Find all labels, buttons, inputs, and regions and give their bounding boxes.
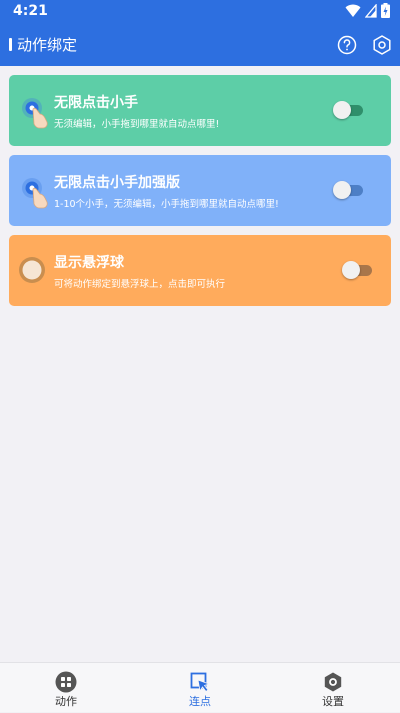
cursor-click-icon bbox=[190, 672, 211, 693]
hexagon-gear-icon bbox=[373, 35, 391, 55]
title-accent-bar bbox=[9, 38, 12, 51]
hand-pointer-icon bbox=[22, 178, 48, 209]
page-title: 动作绑定 bbox=[17, 36, 78, 54]
status-icons bbox=[345, 3, 390, 18]
card-description: 无须编辑，小手拖到哪里就自动点哪里! bbox=[54, 119, 220, 130]
nav-label: 连点 bbox=[189, 695, 211, 708]
card-infinite-click-hand[interactable]: 无限点击小手 无须编辑，小手拖到哪里就自动点哪里! bbox=[9, 75, 391, 146]
wifi-icon bbox=[345, 4, 361, 17]
hand-pointer-icon bbox=[22, 98, 48, 129]
help-button[interactable] bbox=[336, 34, 358, 56]
toggle-thumb bbox=[333, 181, 351, 199]
status-bar: 4:21 bbox=[0, 0, 400, 24]
card-show-floating-ball[interactable]: 显示悬浮球 可将动作绑定到悬浮球上，点击即可执行 bbox=[9, 235, 391, 306]
cell-signal-icon bbox=[365, 3, 377, 18]
toggle-switch[interactable] bbox=[333, 101, 365, 119]
status-time: 4:21 bbox=[13, 3, 48, 19]
settings-button[interactable] bbox=[371, 34, 393, 56]
card-title: 无限点击小手加强版 bbox=[54, 175, 180, 191]
battery-icon bbox=[381, 3, 390, 18]
card-description: 1-10个小手，无须编辑，小手拖到哪里就自动点哪里! bbox=[54, 199, 279, 210]
floating-ball-icon bbox=[19, 257, 45, 283]
card-infinite-click-hand-pro[interactable]: 无限点击小手加强版 1-10个小手，无须编辑，小手拖到哪里就自动点哪里! bbox=[9, 155, 391, 226]
card-title: 显示悬浮球 bbox=[54, 255, 124, 271]
nav-item-auto-click[interactable]: 连点 bbox=[160, 663, 240, 713]
nav-item-action[interactable]: 动作 bbox=[26, 663, 106, 713]
grid-icon bbox=[55, 671, 77, 693]
hexagon-gear-icon bbox=[324, 672, 342, 692]
toggle-thumb bbox=[333, 101, 351, 119]
nav-label: 动作 bbox=[55, 695, 77, 708]
nav-label: 设置 bbox=[322, 695, 344, 708]
card-description: 可将动作绑定到悬浮球上，点击即可执行 bbox=[54, 279, 226, 290]
nav-item-settings[interactable]: 设置 bbox=[293, 663, 373, 713]
bottom-navigation: 动作 连点 设置 bbox=[0, 662, 400, 712]
toggle-switch[interactable] bbox=[333, 181, 365, 199]
toggle-switch[interactable] bbox=[342, 261, 374, 279]
app-bar: 动作绑定 bbox=[0, 24, 400, 66]
toggle-thumb bbox=[342, 261, 360, 279]
question-circle-icon bbox=[337, 35, 357, 55]
card-title: 无限点击小手 bbox=[54, 95, 138, 111]
